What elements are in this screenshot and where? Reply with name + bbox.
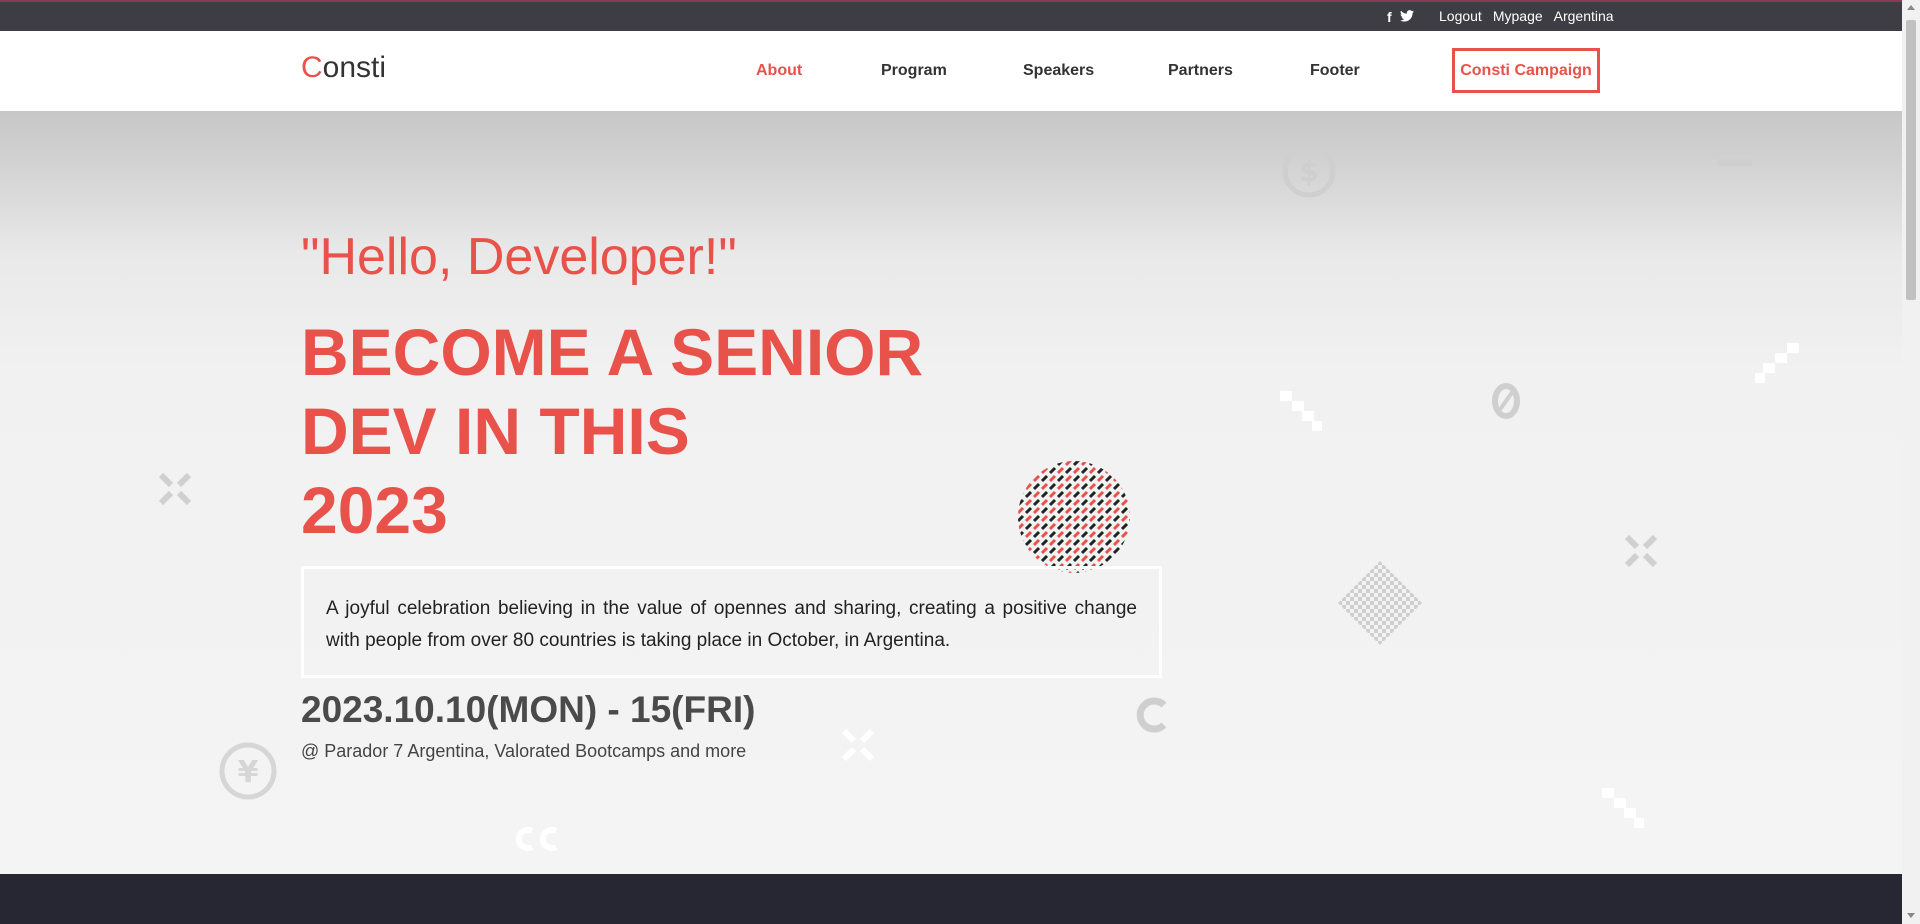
region-link[interactable]: Argentina <box>1554 8 1614 24</box>
zero-glyph-icon <box>1492 383 1520 419</box>
logo-rest: onsti <box>322 51 387 84</box>
nav-program[interactable]: Program <box>881 62 947 80</box>
consti-campaign-button[interactable]: Consti Campaign <box>1452 48 1600 93</box>
next-section-band <box>0 874 1902 924</box>
nav-footer[interactable]: Footer <box>1310 62 1360 80</box>
logout-link[interactable]: Logout <box>1439 8 1482 24</box>
account-links: Logout Mypage Argentina <box>1439 8 1614 24</box>
svg-text:$: $ <box>1299 155 1318 188</box>
hero-description: A joyful celebration believing in the va… <box>301 566 1162 678</box>
checker-step-icon <box>1280 391 1322 431</box>
hero-background-photo <box>0 111 1902 251</box>
headline-line: BECOME A SENIOR <box>301 315 924 389</box>
yen-coin-icon: ¥ <box>219 742 277 800</box>
hero-headline: BECOME A SENIOR DEV IN THIS 2023 <box>301 313 1001 550</box>
svg-text:¥: ¥ <box>238 755 259 790</box>
hero-greeting: "Hello, Developer!" <box>301 228 737 286</box>
event-venue: @ Parador 7 Argentina, Valorated Bootcam… <box>301 741 747 761</box>
nav-about[interactable]: About <box>756 62 802 80</box>
close-x-icon <box>158 472 192 506</box>
equals-icon <box>1718 147 1752 166</box>
nav-speakers[interactable]: Speakers <box>1023 62 1094 80</box>
facebook-icon[interactable]: f <box>1387 9 1392 25</box>
headline-line: 2023 <box>301 473 448 547</box>
c-glyph-icon <box>1136 697 1167 733</box>
checker-step-icon <box>1602 788 1644 828</box>
scroll-up-arrow-icon[interactable] <box>1907 5 1915 10</box>
diamond-grid-icon <box>1338 561 1422 645</box>
nav-partners[interactable]: Partners <box>1168 62 1233 80</box>
scroll-down-arrow-icon[interactable] <box>1907 913 1915 918</box>
close-x-icon <box>841 728 875 762</box>
twitter-icon[interactable] <box>1399 9 1414 25</box>
mypage-link[interactable]: Mypage <box>1493 8 1543 24</box>
main-header: Consti About Program Speakers Partners F… <box>0 31 1902 111</box>
headline-line: DEV IN THIS <box>301 394 690 468</box>
scrollbar-thumb[interactable] <box>1906 20 1916 300</box>
social-links: f <box>1387 9 1414 25</box>
pattern-circle-graphic <box>1018 461 1130 573</box>
vertical-scrollbar[interactable] <box>1902 0 1920 924</box>
c-glyph-icon <box>515 827 558 851</box>
site-logo[interactable]: Consti <box>301 51 386 85</box>
close-x-icon <box>1624 534 1658 568</box>
top-utility-bar: f Logout Mypage Argentina <box>0 0 1902 31</box>
event-date: 2023.10.10(MON) - 15(FRI) <box>301 689 756 730</box>
hero-section: $ ¥ "Hello, Developer!" BECOME A SENIOR … <box>0 111 1902 874</box>
logo-initial: C <box>301 51 323 84</box>
checker-step-icon <box>1755 343 1799 383</box>
dollar-coin-icon: $ <box>1282 144 1336 198</box>
